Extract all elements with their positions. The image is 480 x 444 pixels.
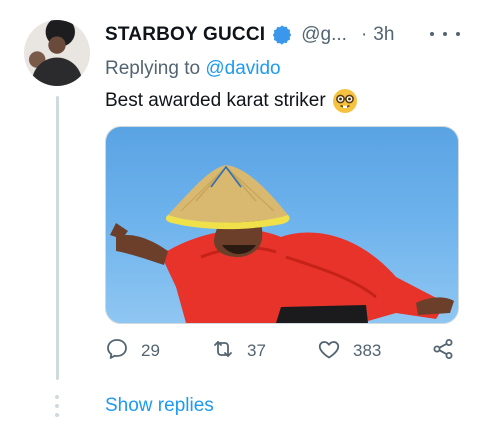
tweet-media-image[interactable] — [105, 126, 459, 324]
avatar[interactable] — [24, 20, 90, 86]
share-icon — [431, 337, 455, 366]
more-options-icon[interactable] — [430, 24, 460, 44]
separator-dot: · — [360, 24, 368, 45]
share-button[interactable] — [431, 336, 455, 366]
like-count: 383 — [353, 341, 382, 360]
reply-count: 29 — [141, 341, 160, 360]
timestamp[interactable]: 3h — [373, 24, 394, 46]
replying-to-mention[interactable]: @davido — [205, 58, 280, 79]
nerd-face-icon — [332, 88, 358, 114]
replying-prefix: Replying to — [105, 58, 201, 79]
reply-button[interactable]: 29 — [105, 336, 160, 366]
author-name[interactable]: STARBOY GUCCI — [105, 24, 265, 46]
heart-icon — [317, 337, 341, 366]
tweet-text-content: Best awarded karat striker — [105, 90, 326, 111]
author-handle[interactable]: @g... — [301, 24, 347, 46]
thread-dots — [55, 395, 59, 422]
like-button[interactable]: 383 — [317, 336, 381, 366]
tweet-text: Best awarded karat striker — [105, 88, 358, 114]
retweet-count: 37 — [247, 341, 266, 360]
thread-line — [56, 96, 59, 380]
retweet-icon — [211, 337, 235, 366]
retweet-button[interactable]: 37 — [211, 336, 266, 366]
replying-to-line: Replying to @davido — [105, 58, 281, 80]
tweet-actions: 29 37 383 — [105, 336, 465, 366]
show-replies-link[interactable]: Show replies — [105, 395, 214, 417]
verified-badge-icon — [271, 24, 293, 46]
reply-icon — [105, 337, 129, 366]
tweet-header: STARBOY GUCCI @g... · 3h — [105, 22, 394, 48]
